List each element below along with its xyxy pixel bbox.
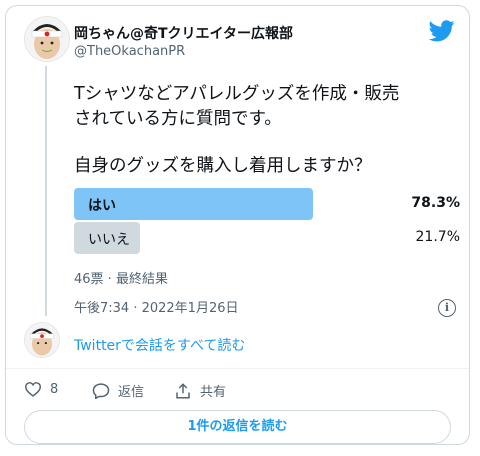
thread-line bbox=[45, 66, 47, 316]
conversation-avatar[interactable] bbox=[24, 322, 60, 358]
info-icon[interactable]: i bbox=[438, 299, 456, 317]
poll-summary: 46票 · 最終結果 bbox=[74, 272, 168, 287]
poll-option-no: いいえ 21.7% bbox=[74, 222, 464, 254]
tweet-text-question: 自身のグッズを購入し着用しますか？ bbox=[74, 156, 372, 176]
heart-icon bbox=[24, 382, 42, 397]
poll-option-label: いいえ bbox=[88, 232, 130, 248]
reply-label: 返信 bbox=[118, 385, 145, 400]
twitter-bird-icon[interactable] bbox=[429, 20, 455, 42]
like-count: 8 bbox=[50, 381, 59, 397]
reply-button[interactable]: 返信 bbox=[92, 381, 144, 400]
share-label: 共有 bbox=[200, 385, 227, 400]
author-handle[interactable]: @TheOkachanPR bbox=[74, 44, 185, 59]
tweet-card[interactable]: 岡ちゃん@奇Tクリエイター広報部 @TheOkachanPR Tシャツなどアパレ… bbox=[5, 5, 470, 445]
poll-option-percent: 78.3% bbox=[411, 195, 460, 211]
read-conversation-link[interactable]: Twitterで会話をすべて読む bbox=[74, 335, 245, 355]
share-button[interactable]: 共有 bbox=[174, 381, 226, 400]
author-avatar[interactable] bbox=[24, 16, 70, 62]
poll-option-label: はい bbox=[88, 198, 116, 214]
divider bbox=[6, 368, 469, 369]
poll-option-yes: はい 78.3% bbox=[74, 188, 464, 220]
tweet-text: Tシャツなどアパレルグッズを作成・販売 されている方に質問です。 自身のグッズを… bbox=[74, 82, 459, 179]
read-replies-button[interactable]: 1件の返信を読む bbox=[24, 410, 451, 444]
poll-option-percent: 21.7% bbox=[415, 229, 460, 245]
reply-bubble-icon bbox=[92, 383, 110, 399]
tweet-timestamp[interactable]: 午後7:34 · 2022年1月26日 bbox=[74, 297, 239, 316]
share-icon bbox=[176, 382, 190, 398]
tweet-text-question-intro: Tシャツなどアパレルグッズを作成・販売 されている方に質問です。 bbox=[74, 84, 400, 129]
author-name[interactable]: 岡ちゃん@奇Tクリエイター広報部 bbox=[74, 23, 293, 43]
like-button[interactable]: 8 bbox=[24, 381, 58, 397]
